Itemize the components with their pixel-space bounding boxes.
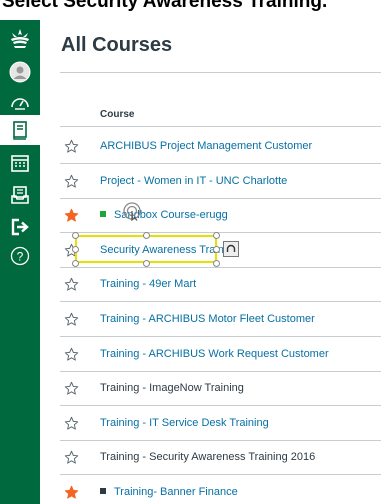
- resize-handle[interactable]: [213, 245, 220, 253]
- course-link[interactable]: Training- Banner Finance: [100, 486, 238, 498]
- table-row: Project - Women in IT - UNC Charlotte: [60, 165, 381, 199]
- table-row: ARCHIBUS Project Management Customer: [60, 130, 381, 164]
- click-cursor-icon: [122, 201, 142, 226]
- course-name: Training - 49er Mart: [100, 278, 197, 291]
- column-header-course: Course: [100, 109, 135, 120]
- course-name: Training - IT Service Desk Training: [100, 416, 269, 429]
- table-row: Security Awareness Training: [60, 231, 381, 268]
- help-icon[interactable]: ?: [0, 241, 40, 271]
- page-title: All Courses: [61, 34, 173, 56]
- course-name: Training - Security Awareness Training 2…: [100, 451, 316, 464]
- favorite-star-icon[interactable]: [64, 347, 79, 362]
- course-name: Training- Banner Finance: [114, 486, 238, 498]
- course-link[interactable]: Project - Women in IT - UNC Charlotte: [100, 175, 287, 187]
- favorite-star-icon[interactable]: [64, 485, 79, 500]
- course-name: Training - ARCHIBUS Motor Fleet Customer: [100, 313, 315, 325]
- course-name: Training - ARCHIBUS Work Request Custome…: [100, 347, 329, 360]
- arch-icon: [226, 244, 236, 252]
- resize-handle[interactable]: [213, 259, 220, 267]
- favorite-star-icon[interactable]: [64, 139, 79, 154]
- resize-handle[interactable]: [213, 231, 220, 239]
- title-divider: [60, 72, 381, 73]
- resize-handle[interactable]: [72, 245, 79, 253]
- course-link[interactable]: ARCHIBUS Project Management Customer: [100, 140, 312, 152]
- course-link[interactable]: Training - 49er Mart: [100, 278, 196, 290]
- course-name: Project - Women in IT - UNC Charlotte: [100, 174, 288, 187]
- table-row: Training- Banner Finance: [60, 476, 381, 504]
- table-row: Sandbox Course-erugg: [60, 199, 381, 234]
- account-icon[interactable]: [0, 57, 40, 87]
- course-link[interactable]: Training - IT Service Desk Training: [100, 417, 269, 429]
- course-name: ARCHIBUS Project Management Customer: [100, 140, 313, 152]
- selection-highlight: [72, 231, 220, 267]
- header-divider: [60, 126, 381, 127]
- instruction-text: Select Security Awareness Training.: [2, 0, 328, 12]
- favorite-star-icon[interactable]: [64, 312, 79, 327]
- instruction-caption: Select Security Awareness Training.: [0, 0, 381, 20]
- favorite-star-icon[interactable]: [64, 381, 79, 396]
- favorite-star-icon[interactable]: [64, 208, 79, 223]
- resize-handle[interactable]: [143, 259, 150, 267]
- table-row: Training - ImageNow Training: [60, 372, 381, 407]
- course-name: Training - ImageNow Training: [100, 382, 244, 395]
- logo-icon[interactable]: [0, 24, 40, 54]
- course-link[interactable]: Training - ImageNow Training: [100, 382, 244, 394]
- course-link[interactable]: Training - ARCHIBUS Motor Fleet Customer: [100, 313, 315, 325]
- favorite-star-icon[interactable]: [64, 174, 79, 189]
- global-navigation: ?: [0, 20, 40, 504]
- favorite-star-icon[interactable]: [64, 450, 79, 465]
- favorite-star-icon[interactable]: [64, 416, 79, 431]
- course-link[interactable]: Training - ARCHIBUS Work Request Custome…: [100, 348, 329, 360]
- course-color-swatch: [100, 488, 106, 494]
- annotation-toggle-button[interactable]: [223, 240, 239, 257]
- dashboard-icon[interactable]: [0, 87, 40, 117]
- resize-handle[interactable]: [143, 231, 150, 239]
- table-row: Training - Security Awareness Training 2…: [60, 441, 381, 476]
- table-row: Training - ARCHIBUS Work Request Custome…: [60, 338, 381, 372]
- course-link[interactable]: Sandbox Course-erugg: [100, 209, 228, 221]
- inbox-icon[interactable]: [0, 180, 40, 210]
- svg-text:?: ?: [17, 250, 24, 264]
- courses-icon[interactable]: [0, 115, 40, 145]
- calendar-icon[interactable]: [0, 148, 40, 178]
- resize-handle[interactable]: [72, 259, 79, 267]
- course-link[interactable]: Training - Security Awareness Training 2…: [100, 451, 315, 463]
- resize-handle[interactable]: [72, 231, 79, 239]
- table-row: Training - ARCHIBUS Motor Fleet Customer: [60, 303, 381, 337]
- table-row: Training - IT Service Desk Training: [60, 407, 381, 441]
- table-row: Training - 49er Mart: [60, 268, 381, 303]
- favorite-star-icon[interactable]: [64, 277, 79, 292]
- main-content: All Courses Course ARCHIBUS Project Mana…: [40, 20, 381, 504]
- course-color-swatch: [100, 211, 106, 218]
- commons-icon[interactable]: [0, 212, 40, 242]
